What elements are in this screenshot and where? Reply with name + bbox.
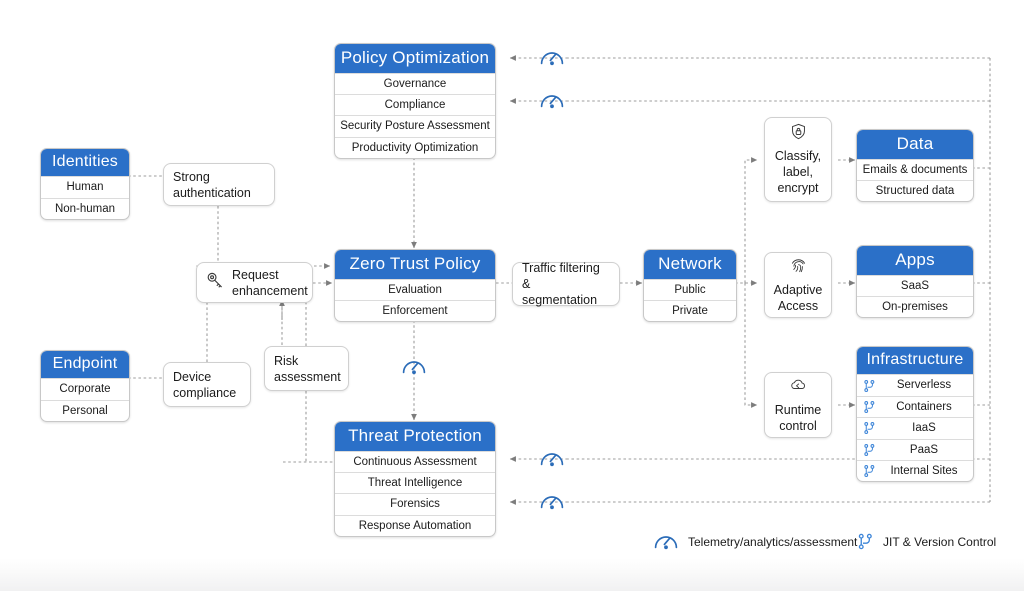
card-row[interactable]: Enforcement <box>335 299 495 321</box>
box-traffic-filtering-segmentation[interactable]: Traffic filtering & segmentation <box>512 261 620 307</box>
legend-item-telemetry: Telemetry/analytics/assessment <box>653 532 857 551</box>
card-title: Infrastructure <box>857 347 973 375</box>
card-title: Data <box>857 130 973 159</box>
card-row[interactable]: Forensics <box>335 493 495 514</box>
box-label: Classify, label, encrypt <box>774 149 822 195</box>
box-label: Adaptive Access <box>773 282 823 313</box>
telemetry-gauge-icon <box>540 52 564 66</box>
card-row[interactable]: Response Automation <box>335 514 495 536</box>
card-row[interactable]: Continuous Assessment <box>335 450 495 472</box>
card-title: Identities <box>41 149 129 177</box>
telemetry-gauge-icon <box>654 536 678 550</box>
box-strong-authentication[interactable]: Strong authentication <box>163 163 275 206</box>
jit-version-control-icon <box>864 443 875 456</box>
card-infrastructure[interactable]: Infrastructure Serverless Containers Iaa… <box>856 346 974 483</box>
legend-label: JIT & Version Control <box>883 534 997 549</box>
card-row[interactable]: Productivity Optimization <box>335 136 495 158</box>
cloud-icon <box>789 376 807 398</box>
telemetry-gauge-icon <box>540 95 564 109</box>
card-row[interactable]: Non-human <box>41 197 129 219</box>
box-label: Request enhancement <box>232 267 308 298</box>
box-label: Device compliance <box>173 369 237 400</box>
card-row[interactable]: Internal Sites <box>857 459 973 481</box>
fingerprint-icon <box>790 257 807 278</box>
card-title: Policy Optimization <box>335 44 495 73</box>
card-row[interactable]: Compliance <box>335 93 495 115</box>
card-title: Network <box>644 250 736 279</box>
card-row[interactable]: Evaluation <box>335 278 495 300</box>
jit-version-control-icon <box>864 401 875 413</box>
card-row-label: IaaS <box>912 422 936 435</box>
box-risk-assessment[interactable]: Risk assessment <box>264 346 349 391</box>
card-apps[interactable]: Apps SaaS On-premises <box>856 245 974 319</box>
zero-trust-diagram: Policy Optimization Governance Complianc… <box>0 0 1024 591</box>
telemetry-gauge-icon <box>540 453 564 467</box>
bottom-fade <box>0 558 1024 591</box>
card-zero-trust-policy[interactable]: Zero Trust Policy Evaluation Enforcement <box>334 249 496 323</box>
legend-item-jit: JIT & Version Control <box>857 532 996 551</box>
card-row[interactable]: Human <box>41 176 129 197</box>
telemetry-gauge-icon <box>402 361 426 375</box>
jit-version-control-icon <box>864 422 875 435</box>
card-row-label: PaaS <box>909 443 939 456</box>
card-row-label: Internal Sites <box>890 464 958 477</box>
card-row[interactable]: Security Posture Assessment <box>335 115 495 136</box>
card-network[interactable]: Network Public Private <box>643 249 737 323</box>
card-title: Apps <box>857 246 973 275</box>
jit-version-control-icon <box>864 465 875 478</box>
card-row[interactable]: Public <box>644 278 736 300</box>
jit-version-control-icon <box>858 533 872 550</box>
box-device-compliance[interactable]: Device compliance <box>163 362 251 407</box>
card-title: Threat Protection <box>335 422 495 451</box>
card-row[interactable]: SaaS <box>857 274 973 296</box>
key-icon <box>206 271 225 294</box>
box-adaptive-access[interactable]: Adaptive Access <box>764 252 832 318</box>
box-request-enhancement[interactable]: Request enhancement <box>196 262 313 303</box>
card-row[interactable]: Governance <box>335 72 495 94</box>
card-title: Zero Trust Policy <box>335 250 495 279</box>
card-data[interactable]: Data Emails & documents Structured data <box>856 129 974 203</box>
card-row[interactable]: On-premises <box>857 295 973 317</box>
legend-label: Telemetry/analytics/assessment <box>688 534 858 549</box>
card-identities[interactable]: Identities Human Non-human <box>40 148 130 221</box>
card-title: Endpoint <box>41 351 129 379</box>
card-row[interactable]: Threat Intelligence <box>335 471 495 493</box>
card-row[interactable]: Private <box>644 299 736 321</box>
card-row[interactable]: Serverless <box>857 374 973 395</box>
card-row[interactable]: IaaS <box>857 417 973 438</box>
box-label: Strong authentication <box>173 169 251 200</box>
card-policy-optimization[interactable]: Policy Optimization Governance Complianc… <box>334 43 496 160</box>
card-row[interactable]: Containers <box>857 395 973 417</box>
card-endpoint[interactable]: Endpoint Corporate Personal <box>40 350 130 423</box>
card-threat-protection[interactable]: Threat Protection Continuous Assessment … <box>334 421 496 538</box>
shield-lock-icon <box>790 123 807 144</box>
telemetry-gauge-icon <box>540 496 564 510</box>
card-row[interactable]: PaaS <box>857 438 973 460</box>
card-row[interactable]: Emails & documents <box>857 158 973 180</box>
box-label: Traffic filtering & segmentation <box>522 261 600 307</box>
box-label: Runtime control <box>774 403 822 433</box>
card-row[interactable]: Corporate <box>41 378 129 399</box>
box-runtime-control[interactable]: Runtime control <box>764 372 832 438</box>
card-row[interactable]: Personal <box>41 399 129 421</box>
box-classify-label-encrypt[interactable]: Classify, label, encrypt <box>764 117 832 202</box>
box-label: Risk assessment <box>274 353 341 384</box>
card-row-label: Serverless <box>896 379 952 392</box>
card-row-label: Containers <box>896 400 952 413</box>
card-row[interactable]: Structured data <box>857 179 973 201</box>
jit-version-control-icon <box>864 379 875 392</box>
